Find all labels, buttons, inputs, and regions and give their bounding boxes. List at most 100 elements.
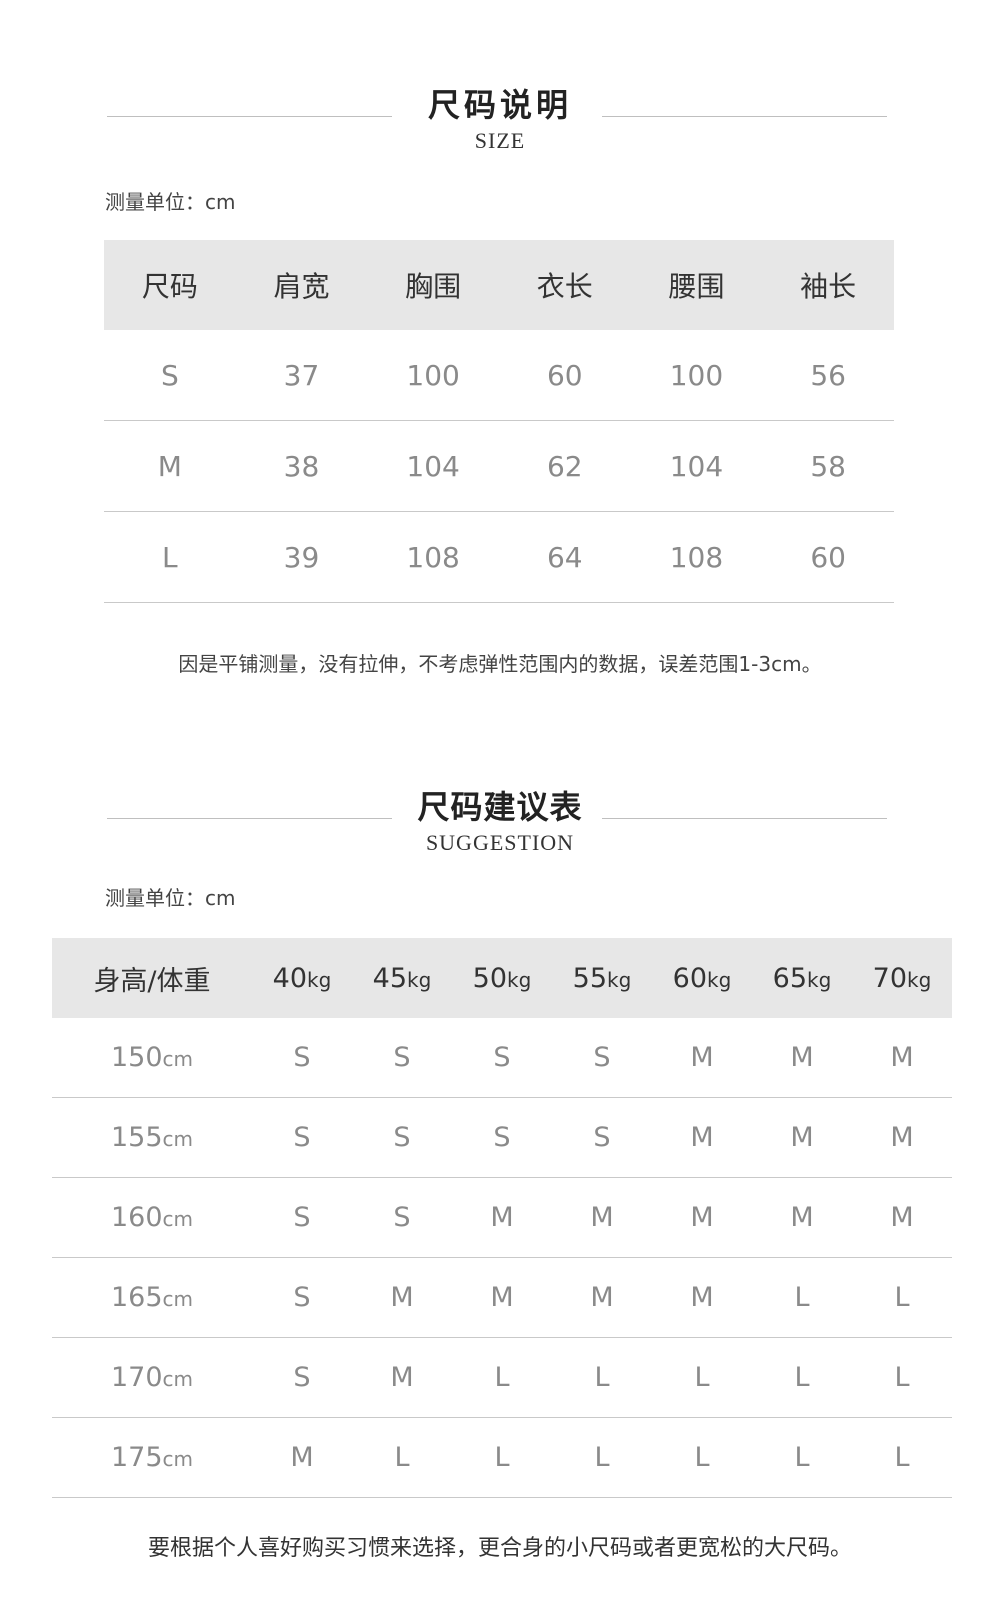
suggested-size-cell: S [252,1257,352,1338]
size-cell: 108 [630,511,763,603]
size-cell: 104 [630,420,763,512]
size-cell: 38 [235,420,368,512]
suggested-size-cell: M [252,1417,352,1498]
weight-header: 45kg [352,938,452,1018]
table-row: M 38 104 62 104 58 [104,420,894,512]
size-cell: 104 [367,420,499,512]
suggested-size-cell: M [552,1257,652,1338]
suggestion-section-title: 尺码建议表 [417,788,583,826]
suggested-size-cell: L [652,1337,752,1418]
table-row: 170cm S M L L L L L [52,1337,952,1418]
suggested-size-cell: M [752,1097,852,1178]
suggested-size-cell: S [452,1018,552,1098]
table-row: 155cm S S S S M M M [52,1097,952,1178]
size-cell: L [104,511,236,603]
suggested-size-cell: L [652,1417,752,1498]
suggested-size-cell: M [752,1177,852,1258]
size-table-header-row: 尺码 肩宽 胸围 衣长 腰围 袖长 [104,240,894,330]
suggested-size-cell: M [652,1018,752,1098]
size-cell: 56 [762,330,894,421]
size-cell: 100 [367,330,499,421]
suggested-size-cell: L [752,1337,852,1418]
suggested-size-cell: M [352,1337,452,1418]
suggested-size-cell: M [852,1018,952,1098]
suggested-size-cell: M [452,1177,552,1258]
suggested-size-cell: S [252,1337,352,1418]
size-header-cell: 衣长 [498,240,631,330]
size-header-cell: 腰围 [630,240,763,330]
height-cell: 155cm [52,1097,252,1178]
size-section-subtitle: SIZE [474,128,526,153]
suggested-size-cell: M [852,1097,952,1178]
weight-header: 60kg [652,938,752,1018]
size-unit-note: 测量单位：cm [105,190,236,214]
size-cell: 39 [235,511,368,603]
suggested-size-cell: L [452,1337,552,1418]
size-header-cell: 肩宽 [235,240,368,330]
suggested-size-cell: S [352,1097,452,1178]
weight-header: 40kg [252,938,352,1018]
suggested-size-cell: S [552,1018,652,1098]
height-cell: 175cm [52,1417,252,1498]
suggested-size-cell: L [852,1417,952,1498]
suggested-size-cell: L [552,1417,652,1498]
size-cell: 108 [367,511,499,603]
suggested-size-cell: L [752,1257,852,1338]
suggested-size-cell: M [852,1177,952,1258]
table-row: S 37 100 60 100 56 [104,330,894,421]
size-table: 尺码 肩宽 胸围 衣长 腰围 袖长 S 37 100 60 100 56 M 3… [104,240,894,603]
suggested-size-cell: S [352,1177,452,1258]
suggested-size-cell: M [752,1018,852,1098]
suggested-size-cell: S [552,1097,652,1178]
height-cell: 160cm [52,1177,252,1258]
suggestion-footnote: 要根据个人喜好购买习惯来选择，更合身的小尺码或者更宽松的大尺码。 [147,1536,852,1561]
weight-header: 50kg [452,938,552,1018]
suggestion-header-row: 身高/体重 40kg 45kg 50kg 55kg 60kg 65kg 70kg [52,938,952,1018]
size-header-cell: 胸围 [367,240,499,330]
weight-header: 55kg [552,938,652,1018]
suggested-size-cell: L [452,1417,552,1498]
table-row: 160cm S S M M M M M [52,1177,952,1258]
suggested-size-cell: S [452,1097,552,1178]
size-cell: 60 [498,330,631,421]
table-row: L 39 108 64 108 60 [104,511,894,603]
suggested-size-cell: S [252,1018,352,1098]
size-cell: 37 [235,330,368,421]
suggested-size-cell: L [852,1257,952,1338]
suggested-size-cell: L [852,1337,952,1418]
size-cell: 62 [498,420,631,512]
weight-header: 70kg [852,938,952,1018]
size-footnote: 因是平铺测量，没有拉伸，不考虑弹性范围内的数据，误差范围1-3cm。 [178,652,822,676]
suggested-size-cell: M [452,1257,552,1338]
suggested-size-cell: S [252,1177,352,1258]
suggested-size-cell: L [352,1417,452,1498]
suggested-size-cell: S [352,1018,452,1098]
height-cell: 165cm [52,1257,252,1338]
size-header-cell: 尺码 [104,240,236,330]
height-cell: 170cm [52,1337,252,1418]
size-cell: 100 [630,330,763,421]
table-row: 165cm S M M M M L L [52,1257,952,1338]
size-header-cell: 袖长 [762,240,894,330]
table-row: 175cm M L L L L L L [52,1417,952,1498]
size-cell: 60 [762,511,894,603]
height-cell: 150cm [52,1018,252,1098]
suggested-size-cell: L [752,1417,852,1498]
suggested-size-cell: M [552,1177,652,1258]
size-section-title: 尺码说明 [427,86,572,124]
size-cell: 64 [498,511,631,603]
corner-header: 身高/体重 [52,938,252,1018]
suggested-size-cell: L [552,1337,652,1418]
suggested-size-cell: M [652,1097,752,1178]
table-row: 150cm S S S S M M M [52,1018,952,1098]
suggested-size-cell: S [252,1097,352,1178]
weight-header: 65kg [752,938,852,1018]
suggested-size-cell: M [352,1257,452,1338]
size-cell: S [104,330,236,421]
suggested-size-cell: M [652,1177,752,1258]
size-cell: 58 [762,420,894,512]
size-cell: M [104,420,236,512]
suggested-size-cell: M [652,1257,752,1338]
suggestion-section-subtitle: SUGGESTION [425,830,575,855]
suggestion-table: 身高/体重 40kg 45kg 50kg 55kg 60kg 65kg 70kg… [52,938,952,1498]
